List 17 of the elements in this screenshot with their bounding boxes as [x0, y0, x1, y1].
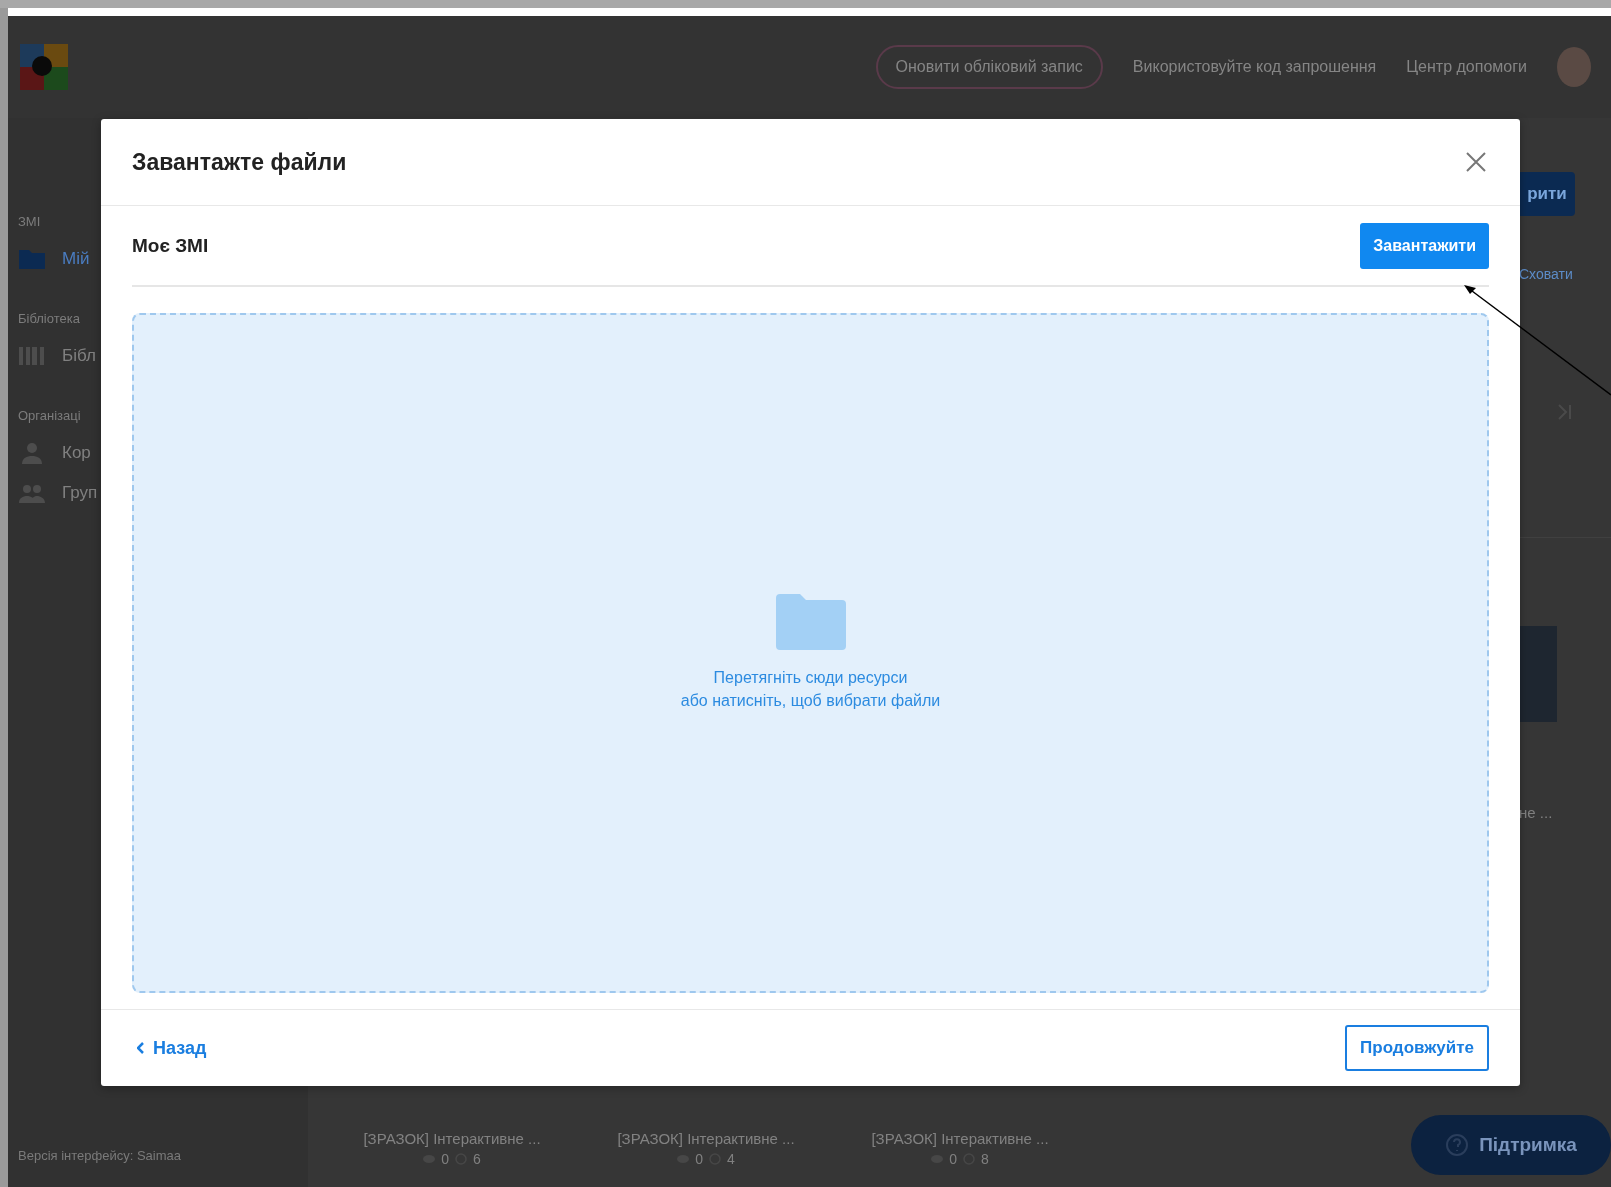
drop-zone-hint: Перетягніть сюди ресурси або натисніть, щоб вибрати файли — [680, 668, 941, 711]
sidebar-heading: Бібліотека — [18, 311, 81, 326]
card-title: [ЗРАЗОК] Інтерактивне ... — [871, 1130, 1049, 1147]
duration-count: 8 — [981, 1151, 989, 1167]
sidebar-heading: Організаці — [18, 408, 82, 423]
duration-count: 6 — [473, 1151, 481, 1167]
card-title: не ... — [1519, 804, 1553, 821]
breadcrumb: Моє ЗМІ — [132, 234, 209, 257]
duration-count: 4 — [727, 1151, 735, 1167]
views-count: 0 — [695, 1151, 703, 1167]
views-count: 0 — [441, 1151, 449, 1167]
views-count: 0 — [949, 1151, 957, 1167]
version-text: Версія інтерфейсу: Saimaa — [18, 1148, 182, 1163]
card-title: [ЗРАЗОК] Інтерактивне ... — [363, 1130, 541, 1147]
card-title: [ЗРАЗОК] Інтерактивне ... — [617, 1130, 795, 1147]
dialog-title: Завантажте файли — [132, 148, 347, 176]
sidebar-heading: ЗМІ — [18, 214, 42, 229]
